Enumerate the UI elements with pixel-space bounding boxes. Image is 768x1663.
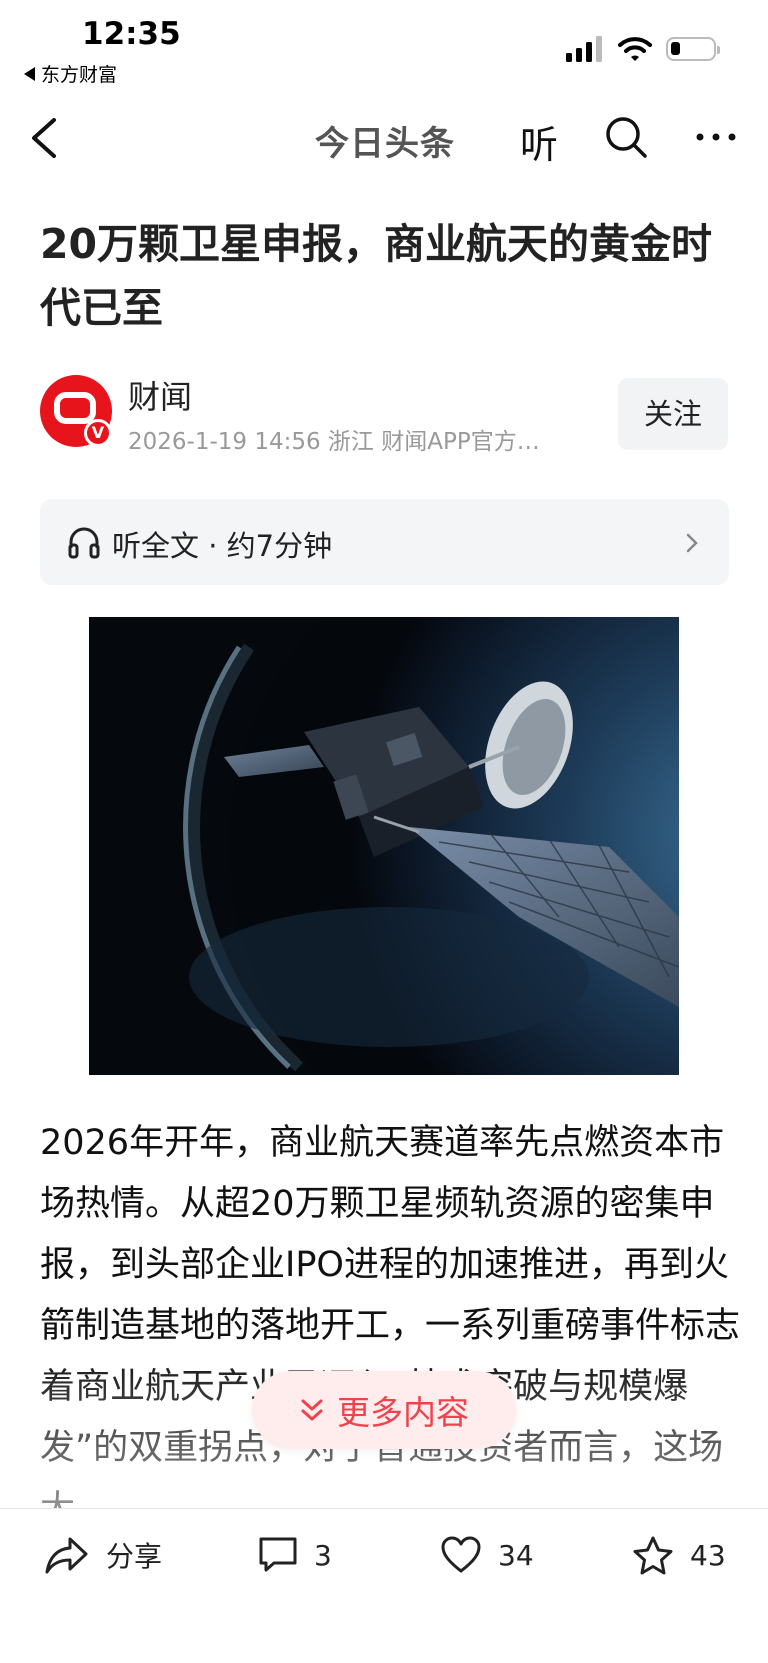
like-count: 34 <box>498 1538 534 1572</box>
more-content-button[interactable]: 更多内容 <box>252 1371 516 1449</box>
favorite-count: 43 <box>690 1538 726 1572</box>
back-app-label: 东方财富 <box>41 64 118 86</box>
favorite-button[interactable]: 43 <box>632 1535 726 1575</box>
article-title: 20万颗卫星申报，商业航天的黄金时代已至 <box>40 220 713 332</box>
nav-title[interactable]: 今日头条 <box>315 116 455 165</box>
headphones-icon <box>68 527 100 559</box>
search-icon[interactable] <box>603 114 649 160</box>
article-meta: 2026-1-19 14:56 浙江 财闻APP官方… <box>128 429 540 455</box>
back-to-app-link[interactable]: 东方财富 <box>24 60 117 87</box>
status-icons <box>566 36 720 62</box>
article-page: 12:35 东方财富 今日头条 听 20万颗卫星申报，商业航天的黄金时代已至 V… <box>0 0 768 1663</box>
more-icon[interactable] <box>694 122 738 152</box>
cellular-signal-icon <box>566 36 602 62</box>
status-time: 12:35 <box>82 16 181 52</box>
back-arrow-icon[interactable] <box>26 114 66 162</box>
verified-badge-icon: V <box>84 419 112 447</box>
nav-bar: 今日头条 听 <box>0 100 768 176</box>
like-button[interactable]: 34 <box>440 1535 534 1575</box>
share-label: 分享 <box>106 1540 163 1573</box>
listen-full-text-bar[interactable]: 听全文 · 约7分钟 <box>40 499 729 585</box>
satellite-image <box>89 617 679 1075</box>
double-chevron-down-icon <box>301 1399 323 1421</box>
more-content-label: 更多内容 <box>337 1393 469 1432</box>
comment-icon <box>259 1537 297 1572</box>
bottom-action-bar: 分享 3 34 43 <box>0 1508 768 1663</box>
follow-button[interactable]: 关注 <box>618 378 728 450</box>
listen-label: 听全文 · 约7分钟 <box>112 529 333 563</box>
comment-button[interactable]: 3 <box>258 1535 332 1575</box>
article-image[interactable] <box>89 617 679 1075</box>
article-body: 2026年开年，商业航天赛道率先点燃资本市场热情。从超20万颗卫星频轨资源的密集… <box>40 1123 740 1513</box>
author-avatar[interactable]: V <box>40 375 112 447</box>
heart-icon <box>441 1536 481 1573</box>
share-icon <box>45 1537 88 1574</box>
share-button[interactable]: 分享 <box>44 1535 162 1575</box>
back-triangle-icon <box>24 66 35 81</box>
battery-icon <box>666 37 720 61</box>
author-name[interactable]: 财闻 <box>128 372 192 418</box>
star-icon <box>633 1536 673 1575</box>
wifi-icon <box>618 37 652 61</box>
chevron-right-icon <box>686 533 698 553</box>
chat-logo-icon <box>54 392 96 424</box>
comment-count: 3 <box>314 1538 332 1572</box>
listen-button[interactable]: 听 <box>520 114 558 169</box>
